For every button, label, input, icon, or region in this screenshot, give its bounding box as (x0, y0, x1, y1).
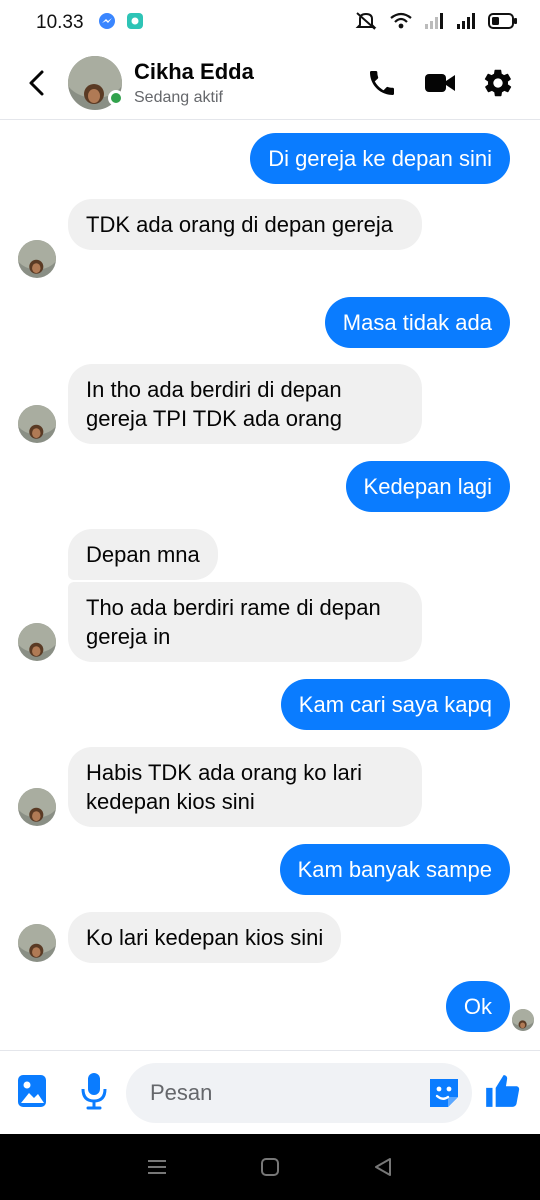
settings-icon (484, 69, 512, 96)
home-button[interactable] (248, 1145, 292, 1189)
back-button[interactable] (14, 53, 60, 113)
outgoing-message[interactable]: Di gereja ke depan sini (250, 133, 510, 184)
status-indicators (354, 11, 518, 36)
sender-avatar (18, 924, 56, 962)
voice-call-button[interactable] (364, 65, 400, 101)
back-triangle-icon (375, 1158, 392, 1176)
video-call-button[interactable] (422, 65, 458, 101)
system-navigation-bar (0, 1134, 540, 1200)
incoming-message[interactable]: TDK ada orang di depan gereja (68, 199, 422, 250)
wifi-icon (390, 12, 412, 35)
battery-icon (488, 12, 518, 35)
message-input-box[interactable] (126, 1063, 472, 1123)
sender-avatar (18, 405, 56, 443)
app-notification-icon (126, 12, 144, 35)
sender-avatar (18, 240, 56, 278)
back-arrow-icon (29, 70, 44, 95)
online-indicator (108, 89, 124, 106)
recent-apps-button[interactable] (135, 1145, 179, 1189)
contact-status: Sedang aktif (134, 88, 223, 106)
outgoing-message[interactable]: Masa tidak ada (324, 297, 510, 348)
message-input[interactable] (150, 1080, 410, 1106)
menu-icon (147, 1160, 166, 1174)
microphone-button[interactable] (74, 1071, 114, 1111)
contact-avatar[interactable] (68, 55, 124, 110)
outgoing-message[interactable]: Kam cari saya kapq (280, 679, 510, 730)
message-composer (0, 1050, 540, 1134)
incoming-message[interactable]: Ko lari kedepan kios sini (68, 912, 342, 963)
microphone-icon (81, 1073, 107, 1110)
chat-header: Cikha Edda Sedang aktif (0, 46, 540, 120)
message-thread[interactable]: Di gereja ke depan sini TDK ada orang di… (0, 120, 540, 1050)
status-bar: 10.33 (0, 0, 540, 46)
status-time: 10.33 (36, 12, 84, 33)
settings-button[interactable] (480, 65, 516, 101)
phone-icon (370, 70, 394, 95)
incoming-message[interactable]: Habis TDK ada orang ko lari kedepan kios… (68, 747, 422, 827)
signal-icon-2 (456, 12, 476, 35)
gallery-icon (18, 1075, 46, 1107)
outgoing-message[interactable]: Kam banyak sampe (279, 844, 510, 895)
contact-info[interactable]: Cikha Edda Sedang aktif (134, 59, 254, 107)
contact-name: Cikha Edda (134, 58, 254, 84)
messenger-notification-icon (98, 12, 116, 35)
sticker-button[interactable] (424, 1073, 464, 1113)
outgoing-message[interactable]: Kedepan lagi (345, 461, 510, 512)
home-square-icon (260, 1158, 279, 1176)
incoming-message[interactable]: In tho ada berdiri di depan gereja TPI T… (68, 364, 422, 444)
sender-avatar (18, 788, 56, 826)
signal-icon (424, 12, 444, 35)
seen-indicator-avatar (512, 1009, 534, 1031)
incoming-message[interactable]: Depan mna (68, 529, 218, 580)
thumbs-up-icon (486, 1075, 520, 1107)
gallery-button[interactable] (12, 1071, 52, 1111)
thumbs-up-button[interactable] (482, 1071, 522, 1111)
video-icon (425, 73, 455, 92)
mute-icon (354, 11, 378, 36)
outgoing-message[interactable]: Ok (445, 981, 510, 1032)
notification-icons (98, 12, 144, 35)
sender-avatar (18, 623, 56, 661)
header-actions (364, 65, 540, 101)
sticker-icon (430, 1079, 458, 1107)
incoming-message[interactable]: Tho ada berdiri rame di depan gereja in (68, 582, 422, 662)
back-nav-button[interactable] (361, 1145, 405, 1189)
